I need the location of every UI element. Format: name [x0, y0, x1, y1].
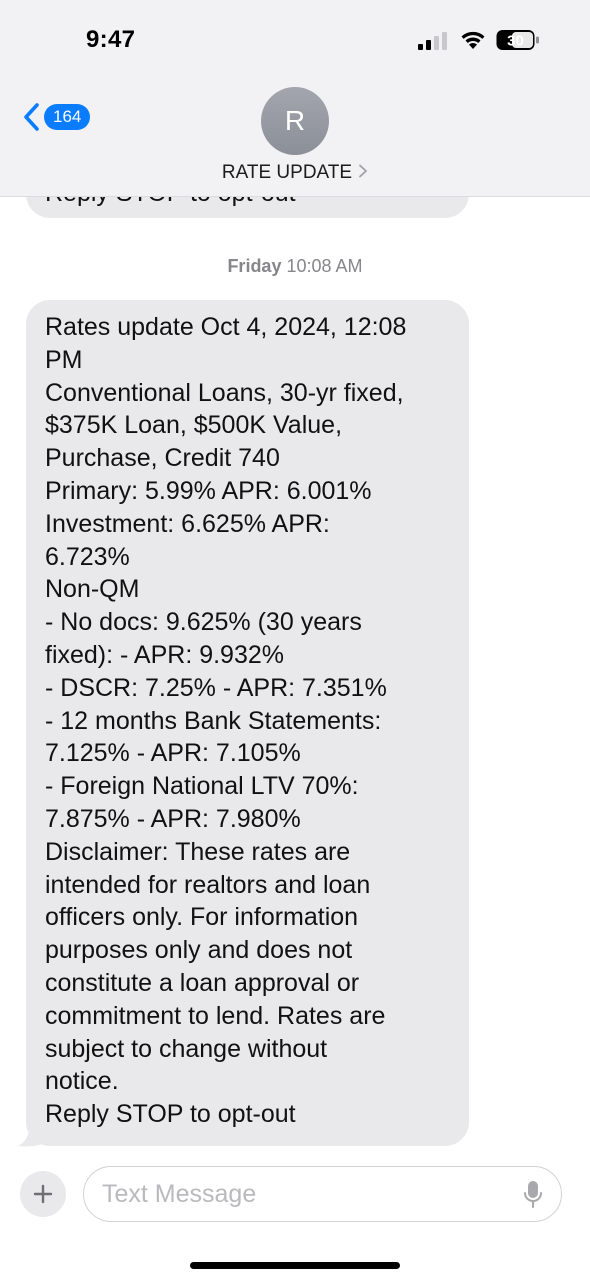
- message-line: purposes only and does not: [45, 936, 353, 965]
- message-line: constitute a loan approval or: [45, 968, 360, 997]
- message-line: 6.723%: [45, 542, 130, 571]
- received-message-bubble[interactable]: Rates update Oct 4, 2024, 12:08 PM Conve…: [26, 300, 469, 1146]
- message-line: - No docs: 9.625% (30 years: [45, 608, 362, 637]
- message-line: Rates update Oct 4, 2024, 12:08: [45, 313, 407, 341]
- message-timestamp: Friday 10:08 AM: [0, 256, 590, 277]
- message-line: officers only. For information: [45, 903, 359, 932]
- message-line: - DSCR: 7.25% - APR: 7.351%: [45, 673, 387, 702]
- message-line: Primary: 5.99% APR: 6.001%: [45, 476, 372, 505]
- message-line: Reply STOP to opt-out: [45, 1100, 296, 1129]
- message-line: Investment: 6.625% APR:: [45, 509, 330, 538]
- signal-icon: [418, 32, 447, 50]
- message-line: fixed): - APR: 9.932%: [45, 640, 285, 669]
- battery-icon: 30: [496, 30, 539, 50]
- message-line: intended for realtors and loan: [45, 870, 371, 899]
- battery-level: 30: [507, 33, 524, 50]
- message-line: 7.875% - APR: 7.980%: [45, 804, 301, 833]
- mic-icon[interactable]: [523, 1180, 543, 1210]
- back-button[interactable]: 164: [22, 100, 91, 134]
- message-line: Conventional Loans, 30-yr fixed,: [45, 378, 404, 407]
- wifi-icon: [461, 31, 485, 49]
- message-input[interactable]: [83, 1166, 562, 1222]
- status-time: 9:47: [86, 26, 136, 53]
- conversation-header: 9:47 30 164 R RATE UPDATE: [0, 0, 590, 197]
- unread-count-badge: 164: [44, 104, 91, 130]
- message-line: - Foreign National LTV 70%:: [45, 772, 359, 801]
- message-line: subject to change without: [45, 1034, 328, 1063]
- message-line: Non-QM: [45, 575, 140, 604]
- message-line: - 12 months Bank Statements:: [45, 706, 382, 735]
- message-line: Disclaimer: These rates are: [45, 837, 351, 866]
- message-line: Purchase, Credit 740: [45, 444, 280, 473]
- message-line: PM: [45, 345, 83, 374]
- contact-name: RATE UPDATE: [221, 162, 353, 183]
- back-chevron-icon: [24, 103, 39, 131]
- contact-avatar[interactable]: R: [261, 87, 329, 155]
- contact-name-button[interactable]: RATE UPDATE: [0, 162, 590, 184]
- apps-plus-button[interactable]: [20, 1171, 66, 1217]
- message-line: $375K Loan, $500K Value,: [45, 411, 343, 440]
- plus-icon: [33, 1184, 53, 1204]
- timestamp-day: Friday: [227, 256, 282, 276]
- home-indicator[interactable]: [190, 1262, 400, 1269]
- status-bar: 9:47 30: [0, 0, 590, 80]
- timestamp-time: 10:08 AM: [286, 256, 363, 276]
- message-line: notice.: [45, 1067, 119, 1096]
- message-line: 7.125% - APR: 7.105%: [45, 739, 301, 768]
- chevron-right-icon: [359, 164, 367, 178]
- message-line: commitment to lend. Rates are: [45, 1001, 386, 1030]
